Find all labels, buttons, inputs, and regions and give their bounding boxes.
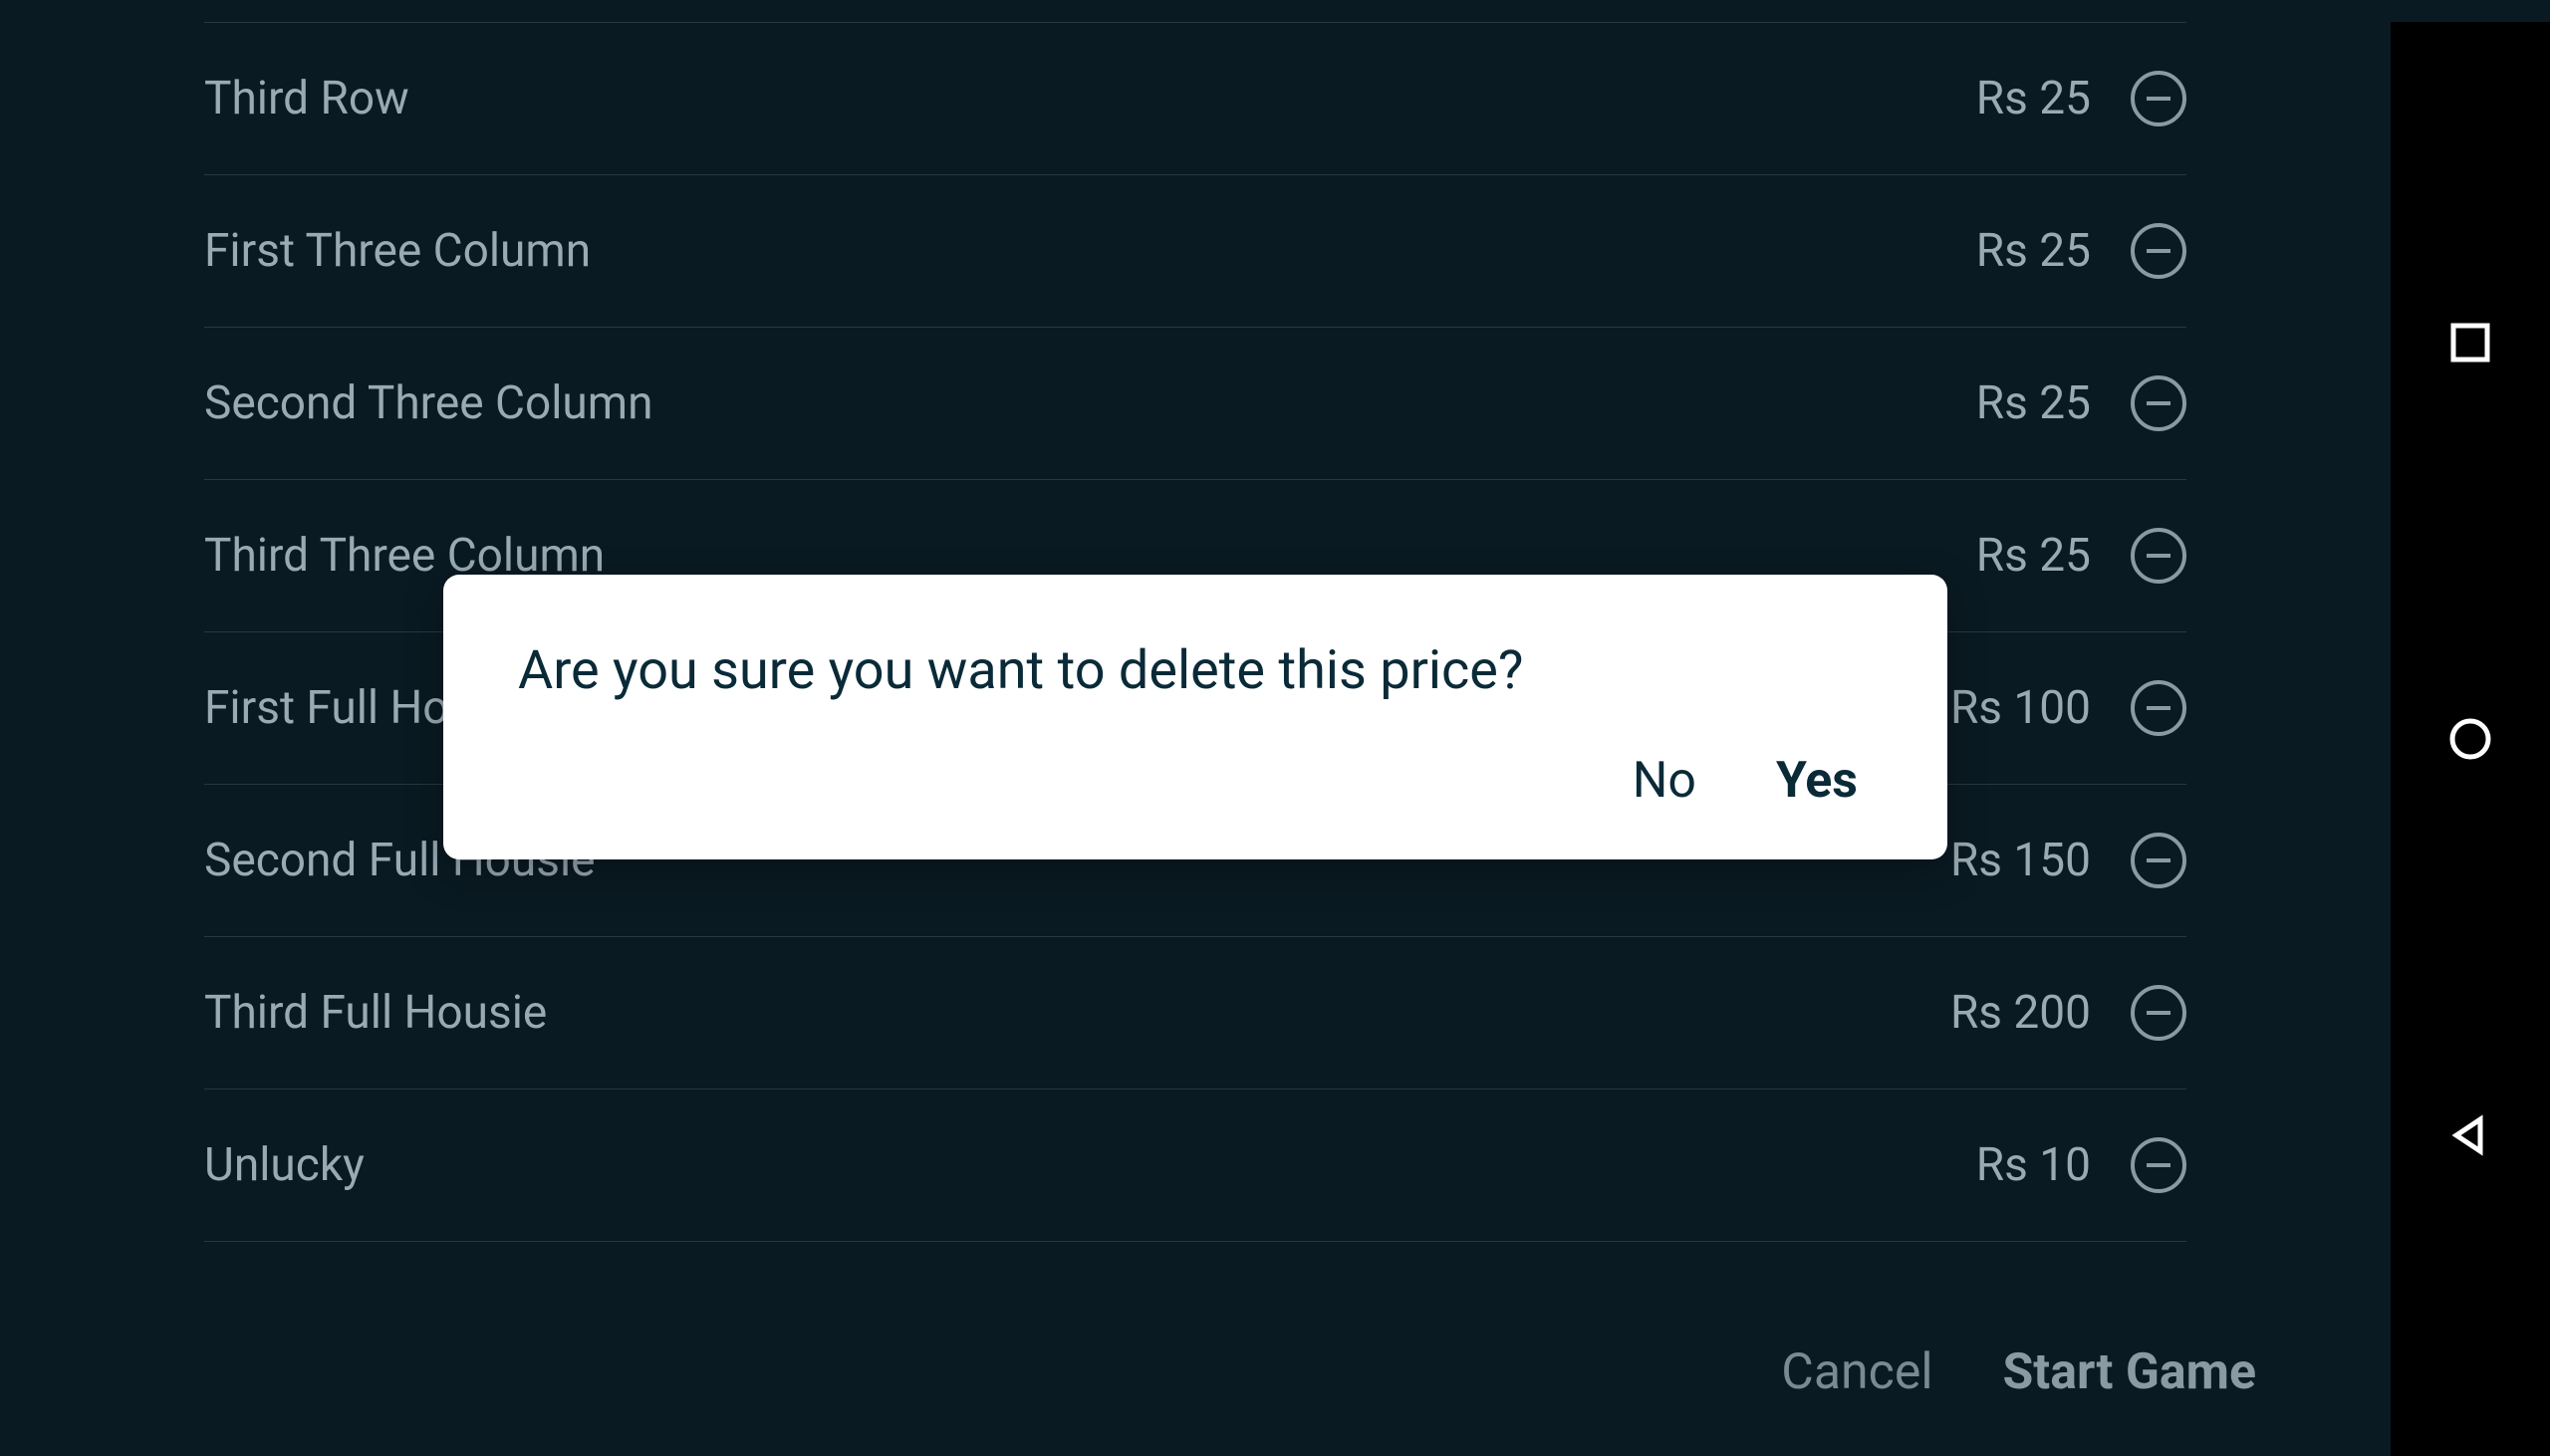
price-value: Rs 200	[1950, 986, 2091, 1040]
delete-icon[interactable]	[2131, 985, 2186, 1041]
price-right: Rs 25	[1976, 71, 2186, 126]
price-value: Rs 25	[1976, 224, 2091, 278]
price-right: Rs 25	[1976, 375, 2186, 431]
android-nav-bar	[2391, 22, 2550, 1456]
back-icon[interactable]	[2446, 1111, 2494, 1159]
delete-icon[interactable]	[2131, 375, 2186, 431]
cancel-button[interactable]: Cancel	[1781, 1343, 1932, 1401]
home-icon[interactable]	[2446, 715, 2494, 763]
modal-yes-button[interactable]: Yes	[1776, 752, 1858, 810]
confirm-delete-modal: Are you sure you want to delete this pri…	[443, 575, 1947, 859]
price-name: First Three Column	[204, 224, 591, 278]
modal-title: Are you sure you want to delete this pri…	[518, 639, 1873, 702]
price-row: Third Row Rs 25	[204, 22, 2186, 175]
price-row: First Three Column Rs 25	[204, 175, 2186, 328]
price-value: Rs 25	[1976, 376, 2091, 430]
footer-actions: Cancel Start Game	[1781, 1343, 2256, 1401]
price-value: Rs 25	[1976, 529, 2091, 583]
price-value: Rs 10	[1976, 1138, 2091, 1192]
modal-no-button[interactable]: No	[1633, 752, 1696, 810]
price-name: Second Three Column	[204, 376, 652, 430]
modal-actions: No Yes	[518, 752, 1873, 810]
price-name: Third Row	[204, 72, 409, 125]
delete-icon[interactable]	[2131, 680, 2186, 736]
price-value: Rs 150	[1950, 834, 2091, 887]
price-row: Second Three Column Rs 25	[204, 328, 2186, 480]
recent-apps-icon[interactable]	[2446, 319, 2494, 366]
price-row: Third Full Housie Rs 200	[204, 937, 2186, 1090]
price-right: Rs 25	[1976, 528, 2186, 584]
price-value: Rs 25	[1976, 72, 2091, 125]
delete-icon[interactable]	[2131, 1137, 2186, 1193]
delete-icon[interactable]	[2131, 71, 2186, 126]
price-right: Rs 10	[1976, 1137, 2186, 1193]
delete-icon[interactable]	[2131, 833, 2186, 888]
price-right: Rs 200	[1950, 985, 2186, 1041]
price-right: Rs 25	[1976, 223, 2186, 279]
app-area: Third RowRs 25First Three ColumnRs 25Sec…	[0, 22, 2391, 1456]
price-right: Rs 150	[1950, 833, 2186, 888]
delete-icon[interactable]	[2131, 223, 2186, 279]
price-name: Unlucky	[204, 1138, 365, 1192]
price-name: Third Full Housie	[204, 986, 547, 1040]
price-right: Rs 100	[1950, 680, 2186, 736]
price-row: Unlucky Rs 10	[204, 1090, 2186, 1242]
start-game-button[interactable]: Start Game	[2003, 1343, 2257, 1401]
price-value: Rs 100	[1950, 681, 2091, 735]
delete-icon[interactable]	[2131, 528, 2186, 584]
